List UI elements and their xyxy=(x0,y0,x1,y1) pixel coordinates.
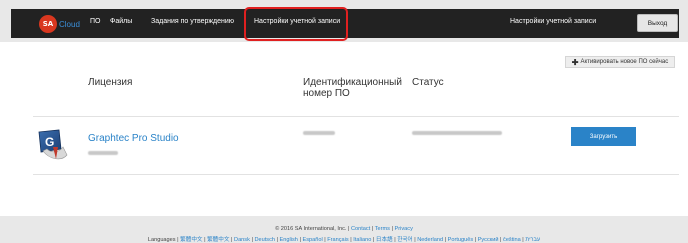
lang-link[interactable]: Deutsch xyxy=(254,237,275,243)
table-bottom-divider xyxy=(33,174,679,175)
lang-link[interactable]: Русский xyxy=(478,237,499,243)
svg-text:G: G xyxy=(45,135,54,149)
lang-link[interactable]: Français xyxy=(327,237,348,243)
lang-link[interactable]: English xyxy=(280,237,298,243)
lang-link[interactable]: עברית xyxy=(525,237,540,243)
lang-link[interactable]: Português xyxy=(448,237,474,243)
download-button[interactable]: Загрузить xyxy=(571,127,636,146)
lang-link[interactable]: Nederland xyxy=(417,237,443,243)
lang-link[interactable]: 繁體中文 xyxy=(207,237,229,243)
logo[interactable]: SA Cloud xyxy=(39,14,80,34)
header-status: Статус xyxy=(412,77,444,88)
account-settings-link[interactable]: Настройки учетной записи xyxy=(510,18,596,25)
lang-link[interactable]: Dansk xyxy=(234,237,250,243)
languages-label: Languages xyxy=(147,237,176,243)
footer-languages: Languages | 繁體中文 | 繁體中文 | Dansk | Deutsc… xyxy=(147,237,541,243)
privacy-link[interactable]: Privacy xyxy=(395,226,413,232)
header-license: Лицензия xyxy=(88,77,133,88)
sa-logo-icon: SA xyxy=(39,15,57,33)
nav-item-approval-jobs[interactable]: Задания по утверждению xyxy=(151,18,234,25)
highlight-annotation xyxy=(244,7,348,41)
header-software-id: Идентификационный номер ПО xyxy=(303,77,402,99)
redacted-version xyxy=(88,151,118,155)
lang-link[interactable]: Español xyxy=(302,237,322,243)
activate-label: Активировать новое ПО сейчас xyxy=(580,59,669,65)
lang-link[interactable]: čeština xyxy=(503,237,521,243)
table-divider xyxy=(33,116,679,117)
graphtec-product-icon: G xyxy=(38,129,68,160)
lang-link[interactable]: 繁體中文 xyxy=(180,237,202,243)
terms-link[interactable]: Terms xyxy=(375,226,390,232)
redacted-serial xyxy=(303,131,335,135)
plus-icon: ✚ xyxy=(571,57,579,67)
product-name-link[interactable]: Graphtec Pro Studio xyxy=(88,133,179,144)
contact-link[interactable]: Contact xyxy=(351,226,370,232)
activate-software-button[interactable]: ✚ Активировать новое ПО сейчас xyxy=(565,56,675,68)
nav-item-software[interactable]: ПО xyxy=(90,18,100,25)
footer-copyright: © 2016 SA International, Inc. | Contact … xyxy=(275,226,413,232)
cloud-label: Cloud xyxy=(59,19,80,29)
logout-button[interactable]: Выход xyxy=(637,14,678,32)
lang-link[interactable]: Italiano xyxy=(353,237,371,243)
redacted-status xyxy=(412,131,502,135)
nav-item-files[interactable]: Файлы xyxy=(110,18,132,25)
lang-link[interactable]: 한국어 xyxy=(397,237,412,243)
lang-link[interactable]: 日本語 xyxy=(376,237,393,243)
